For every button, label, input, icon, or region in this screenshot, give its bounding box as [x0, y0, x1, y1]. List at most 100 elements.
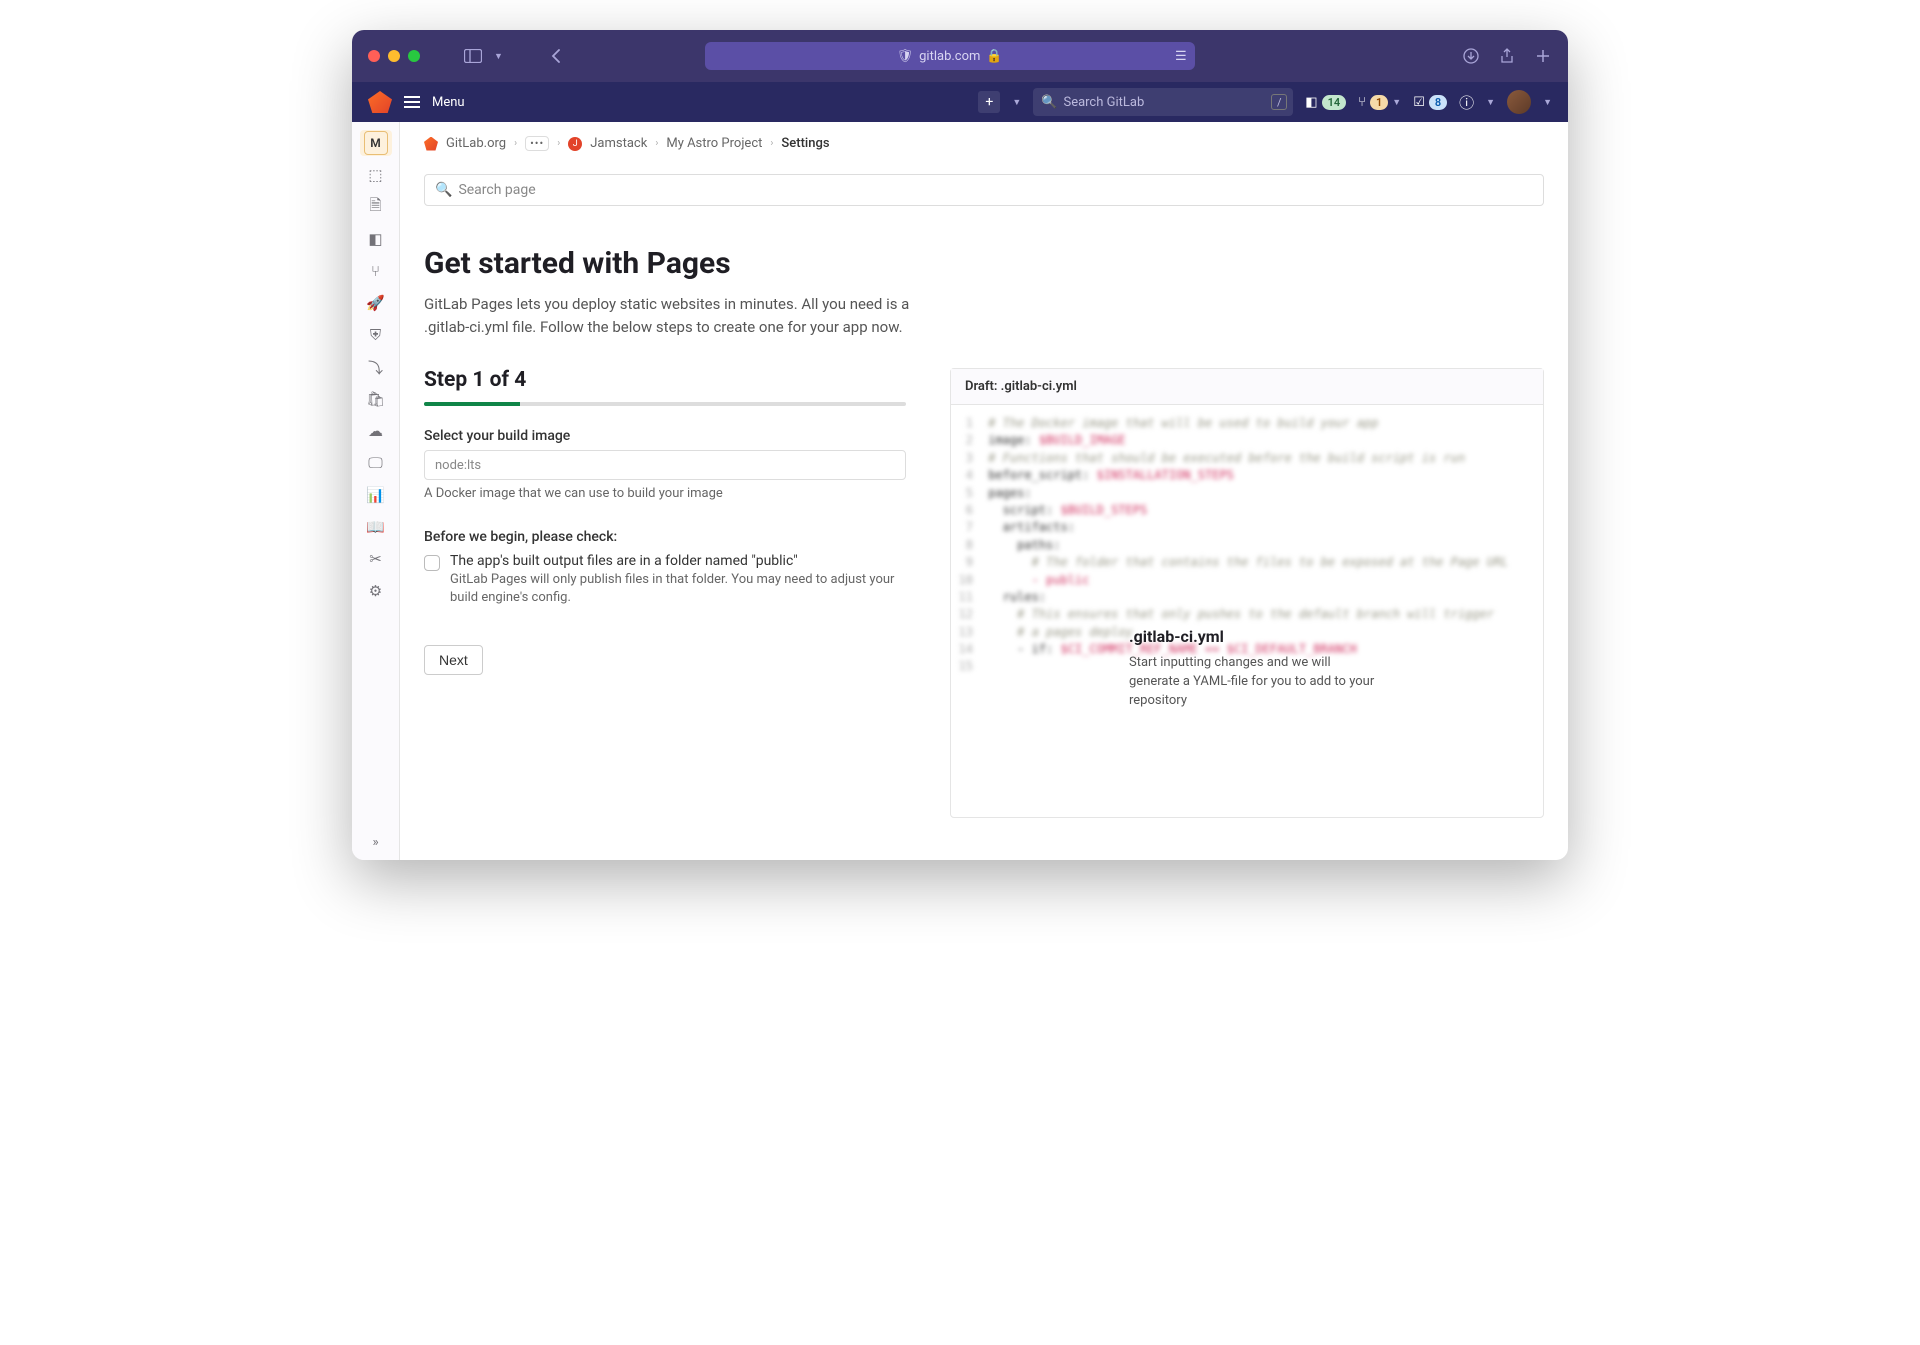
sidebar-item-info[interactable]: ⬚	[360, 162, 392, 188]
search-placeholder: Search GitLab	[1063, 95, 1144, 110]
sidebar-item-security[interactable]: ⛨	[360, 322, 392, 348]
browser-chrome: ▼ 🛡 gitlab.com 🔒 ☰	[352, 30, 1568, 82]
url-text: gitlab.com	[919, 49, 980, 64]
checkbox-help: GitLab Pages will only publish files in …	[450, 571, 906, 607]
create-new-button[interactable]: +	[978, 91, 1000, 113]
build-image-label: Select your build image	[424, 428, 906, 444]
build-image-placeholder: node:lts	[435, 458, 481, 473]
merge-icon: ⑂	[371, 262, 380, 280]
traffic-lights	[368, 50, 420, 62]
progress-bar	[424, 402, 906, 406]
reader-icon[interactable]: ☰	[1175, 49, 1187, 64]
step-title: Step 1 of 4	[424, 368, 906, 392]
search-page-input[interactable]: 🔍 Search page	[424, 174, 1544, 206]
chevron-down-icon: ▼	[1392, 97, 1401, 108]
sidebar-item-repository[interactable]: 🗎	[360, 194, 392, 220]
breadcrumb-item[interactable]: Jamstack	[590, 136, 647, 151]
package-icon: 🛍	[366, 390, 385, 408]
share-icon[interactable]	[1498, 47, 1516, 65]
sidebar-item-infrastructure[interactable]: ☁	[360, 418, 392, 444]
chevron-down-icon[interactable]: ▼	[1486, 97, 1495, 108]
breadcrumb-current: Settings	[781, 136, 829, 151]
chevron-right-icon: ›	[557, 138, 560, 149]
sidebar-item-wiki[interactable]: 📖	[360, 514, 392, 540]
precheck-heading: Before we begin, please check:	[424, 529, 906, 545]
sidebar-item-snippets[interactable]: ✂	[360, 546, 392, 572]
project-sidebar: M ⬚ 🗎 ◧ ⑂ 🚀 ⛨ ⤵ 🛍 ☁ 🖵 📊 📖 ✂ ⚙ »	[352, 122, 400, 860]
build-image-help: A Docker image that we can use to build …	[424, 486, 906, 501]
maximize-window-button[interactable]	[408, 50, 420, 62]
sidebar-item-project[interactable]: M	[360, 130, 392, 156]
minimize-window-button[interactable]	[388, 50, 400, 62]
address-bar[interactable]: 🛡 gitlab.com 🔒 ☰	[705, 42, 1195, 70]
shield-icon: ⛨	[370, 326, 381, 344]
rocket-icon: 🚀	[366, 294, 385, 312]
todos-counter[interactable]: ☑ 8	[1413, 95, 1447, 110]
yaml-draft-panel: Draft: .gitlab-ci.yml 1 # The Docker ima…	[950, 368, 1544, 818]
help-icon[interactable]: ⓘ	[1459, 92, 1474, 113]
mrs-count: 1	[1370, 95, 1388, 110]
new-tab-icon[interactable]	[1534, 47, 1552, 65]
issue-icon: ◧	[1305, 95, 1317, 110]
sidebar-item-merge-requests[interactable]: ⑂	[360, 258, 392, 284]
safari-window: ▼ 🛡 gitlab.com 🔒 ☰ Menu +	[352, 30, 1568, 860]
cloud-icon: ☁	[368, 422, 383, 440]
breadcrumb: GitLab.org › ••• › J Jamstack › My Astro…	[424, 122, 1544, 166]
app-body: M ⬚ 🗎 ◧ ⑂ 🚀 ⛨ ⤵ 🛍 ☁ 🖵 📊 📖 ✂ ⚙ » GitLab.o…	[352, 122, 1568, 860]
back-button[interactable]	[547, 47, 565, 65]
hamburger-icon[interactable]	[404, 96, 420, 108]
sidebar-item-cicd[interactable]: 🚀	[360, 290, 392, 316]
sidebar-item-settings[interactable]: ⚙	[360, 578, 392, 604]
todo-icon: ☑	[1413, 95, 1425, 110]
download-icon[interactable]	[1462, 47, 1480, 65]
issues-counter[interactable]: ◧ 14	[1305, 95, 1346, 110]
search-icon: 🔍	[1041, 95, 1057, 110]
gitlab-org-icon	[424, 137, 438, 151]
breadcrumb-item[interactable]: GitLab.org	[446, 136, 506, 151]
file-icon: 🗎	[369, 195, 381, 220]
chevron-down-icon[interactable]: ▼	[1012, 97, 1021, 108]
lock-icon: 🔒	[986, 49, 1002, 64]
chevron-down-icon[interactable]: ▼	[1543, 97, 1552, 108]
search-page-placeholder: Search page	[458, 182, 535, 198]
issue-icon: ◧	[368, 230, 382, 248]
page-title: Get started with Pages	[424, 246, 1544, 281]
next-button[interactable]: Next	[424, 645, 483, 675]
user-avatar[interactable]	[1507, 90, 1531, 114]
sidebar-toggle-icon[interactable]	[464, 47, 482, 65]
search-icon: 🔍	[435, 182, 452, 198]
main-content: GitLab.org › ••• › J Jamstack › My Astro…	[400, 122, 1568, 860]
gitlab-logo-icon[interactable]	[368, 91, 392, 113]
merge-requests-counter[interactable]: ⑂ 1 ▼	[1358, 95, 1401, 110]
chevron-right-icon: ›	[655, 138, 658, 149]
sidebar-item-packages[interactable]: 🛍	[360, 386, 392, 412]
menu-label[interactable]: Menu	[432, 95, 465, 110]
breadcrumb-ellipsis[interactable]: •••	[525, 136, 549, 151]
chevron-down-icon[interactable]: ▼	[494, 51, 503, 62]
progress-fill	[424, 402, 520, 406]
monitor-icon: 🖵	[368, 454, 382, 472]
chevron-right-icon: ›	[770, 138, 773, 149]
expand-sidebar-icon[interactable]: »	[372, 835, 378, 850]
public-folder-checkbox[interactable]	[424, 555, 440, 571]
close-window-button[interactable]	[368, 50, 380, 62]
todos-count: 8	[1429, 95, 1447, 110]
sidebar-item-issues[interactable]: ◧	[360, 226, 392, 252]
issues-count: 14	[1322, 95, 1347, 110]
sidebar-item-analytics[interactable]: 📊	[360, 482, 392, 508]
breadcrumb-item[interactable]: My Astro Project	[666, 136, 762, 151]
page-intro: GitLab Pages lets you deploy static webs…	[424, 293, 944, 338]
overlay-subtitle: Start inputting changes and we will gene…	[1129, 654, 1379, 711]
shield-icon: 🛡	[897, 49, 914, 64]
sidebar-item-deployments[interactable]: ⤵	[360, 354, 392, 380]
merge-request-icon: ⑂	[1358, 95, 1366, 110]
yaml-overlay: .gitlab-ci.yml Start inputting changes a…	[1129, 627, 1379, 711]
scissors-icon: ✂	[369, 550, 382, 568]
chevron-right-icon: ›	[514, 138, 517, 149]
book-icon: 📖	[366, 518, 385, 536]
global-search-input[interactable]: 🔍 Search GitLab /	[1033, 88, 1293, 116]
build-image-input[interactable]: node:lts	[424, 450, 906, 480]
panel-header: Draft: .gitlab-ci.yml	[951, 369, 1543, 405]
sidebar-item-monitor[interactable]: 🖵	[360, 450, 392, 476]
cube-icon: ⬚	[368, 166, 382, 184]
